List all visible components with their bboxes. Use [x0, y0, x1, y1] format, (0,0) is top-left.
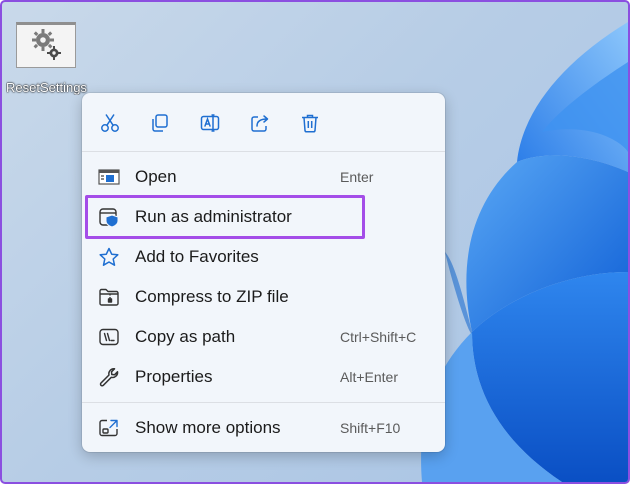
- more-options-icon: [98, 418, 120, 438]
- rename-icon: [200, 114, 220, 132]
- trash-icon: [302, 114, 318, 133]
- menu-item-label: Add to Favorites: [135, 247, 259, 266]
- copy-path-icon: [98, 327, 120, 347]
- quick-actions-bar: [82, 93, 445, 151]
- share-icon: [251, 115, 269, 132]
- highlight-annotation: [85, 195, 365, 239]
- menu-item-label: Show more options: [135, 418, 281, 437]
- copy-button[interactable]: [148, 111, 172, 135]
- menu-item-label: Compress to ZIP file: [135, 287, 289, 306]
- menu-item-label: Open: [135, 167, 177, 186]
- menu-item-label: Properties: [135, 367, 213, 386]
- menu-separator: [82, 151, 445, 152]
- file-label: ResetSettings: [6, 80, 87, 95]
- star-icon: [98, 247, 120, 267]
- context-menu: Open Enter Run as administrator Add to F…: [82, 93, 445, 452]
- rename-button[interactable]: [198, 111, 222, 135]
- menu-item-add-to-favorites[interactable]: Add to Favorites: [88, 238, 439, 276]
- delete-button[interactable]: [298, 111, 322, 135]
- file-thumbnail: [16, 22, 76, 68]
- share-button[interactable]: [248, 111, 272, 135]
- copy-icon: [152, 114, 168, 132]
- desktop-screen: ResetSettings Open Enter Run as administ…: [0, 0, 630, 484]
- menu-item-shortcut: Ctrl+Shift+C: [340, 329, 417, 345]
- zip-folder-icon: [98, 287, 120, 307]
- menu-item-shortcut: Enter: [340, 169, 374, 185]
- wrench-icon: [98, 367, 120, 387]
- menu-item-copy-as-path[interactable]: Copy as path Ctrl+Shift+C: [88, 318, 439, 356]
- scissors-icon: [101, 114, 119, 132]
- menu-item-open[interactable]: Open Enter: [88, 158, 439, 196]
- cut-button[interactable]: [98, 111, 122, 135]
- menu-item-shortcut: Shift+F10: [340, 420, 401, 436]
- menu-item-shortcut: Alt+Enter: [340, 369, 398, 385]
- menu-item-properties[interactable]: Properties Alt+Enter: [88, 358, 439, 396]
- open-window-icon: [98, 167, 120, 187]
- menu-separator: [82, 402, 445, 403]
- desktop-file-resetsettings[interactable]: ResetSettings: [6, 18, 88, 100]
- menu-item-label: Copy as path: [135, 327, 236, 346]
- menu-item-show-more-options[interactable]: Show more options Shift+F10: [88, 409, 439, 447]
- gears-icon: [32, 29, 61, 60]
- menu-item-compress-to-zip[interactable]: Compress to ZIP file: [88, 278, 439, 316]
